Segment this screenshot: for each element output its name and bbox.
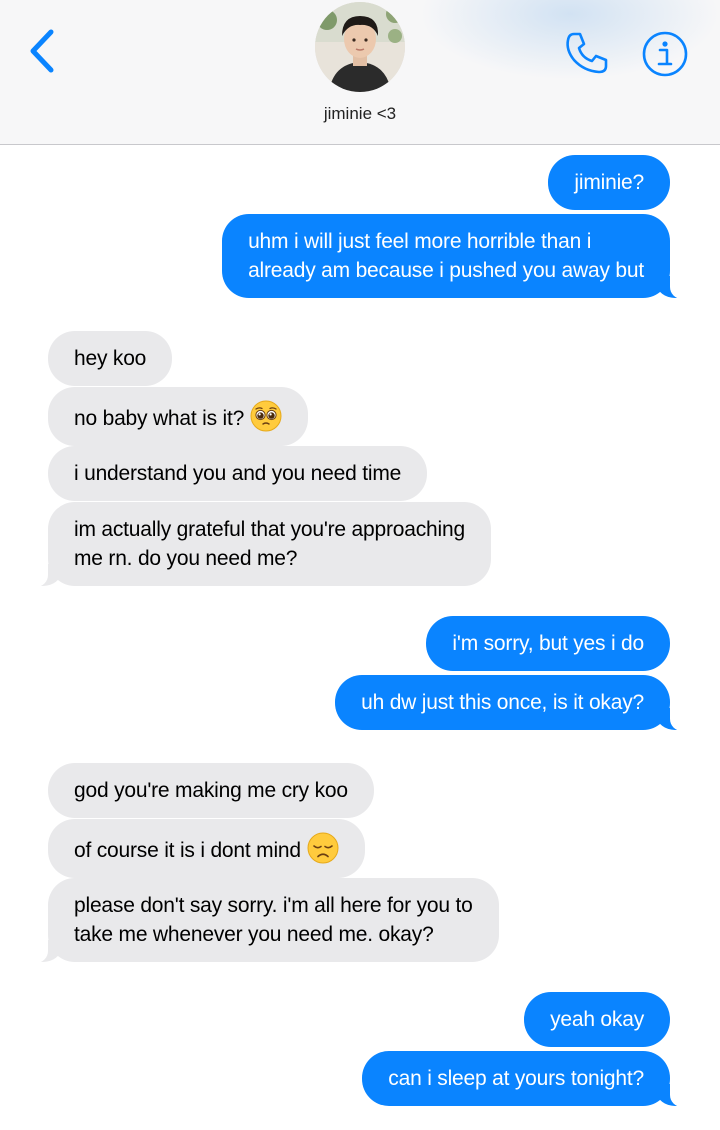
- outgoing-message-bubble[interactable]: can i sleep at yours tonight?: [362, 1051, 687, 1107]
- message-text: i understand you and you need time: [74, 462, 402, 485]
- message-text: please don't say sorry. i'm all here for…: [74, 894, 473, 917]
- pleading-face-emoji: [250, 400, 282, 432]
- contact-avatar[interactable]: [315, 2, 405, 92]
- outgoing-message-bubble[interactable]: jiminie?: [548, 155, 670, 210]
- message-text: can i sleep at yours tonight?: [388, 1067, 644, 1090]
- message-text: yeah okay: [550, 1008, 644, 1031]
- message-text: jiminie?: [574, 171, 644, 194]
- contact-name[interactable]: jiminie <3: [0, 104, 720, 124]
- incoming-message-bubble[interactable]: im actually grateful that you're approac…: [31, 502, 491, 587]
- message-text: already am because i pushed you away but: [248, 259, 644, 282]
- disappointed-face-emoji: [307, 832, 339, 864]
- outgoing-message-bubble[interactable]: i'm sorry, but yes i do: [426, 616, 670, 671]
- message-text: i'm sorry, but yes i do: [452, 632, 644, 655]
- conversation-header: jiminie <3: [0, 0, 720, 145]
- incoming-message-bubble[interactable]: god you're making me cry koo: [48, 763, 374, 818]
- message-text: uhm i will just feel more horrible than …: [248, 230, 592, 253]
- back-chevron-icon: [30, 29, 54, 73]
- message-text: of course it is i dont mind: [74, 839, 301, 862]
- message-text: take me whenever you need me. okay?: [74, 923, 434, 946]
- outgoing-message-bubble[interactable]: uhm i will just feel more horrible than …: [222, 214, 687, 299]
- message-text: me rn. do you need me?: [74, 547, 298, 570]
- info-button[interactable]: [641, 30, 689, 78]
- incoming-message-bubble[interactable]: of course it is i dont mind: [48, 819, 365, 878]
- incoming-message-bubble[interactable]: hey koo: [48, 331, 173, 386]
- outgoing-message-bubble[interactable]: uh dw just this once, is it okay?: [335, 675, 687, 731]
- phone-icon: [566, 32, 608, 74]
- call-button[interactable]: [562, 28, 612, 78]
- message-text: im actually grateful that you're approac…: [74, 518, 465, 541]
- message-text: uh dw just this once, is it okay?: [361, 691, 644, 714]
- message-text: god you're making me cry koo: [74, 779, 348, 802]
- info-icon: [642, 31, 688, 77]
- message-text: hey koo: [74, 347, 147, 370]
- incoming-message-bubble[interactable]: no baby what is it?: [48, 387, 309, 446]
- incoming-message-bubble[interactable]: please don't say sorry. i'm all here for…: [31, 878, 499, 963]
- message-text: no baby what is it?: [74, 407, 245, 430]
- avatar-photo: [315, 2, 405, 92]
- incoming-message-bubble[interactable]: i understand you and you need time: [48, 446, 428, 501]
- outgoing-message-bubble[interactable]: yeah okay: [524, 992, 670, 1047]
- back-button[interactable]: [24, 26, 64, 76]
